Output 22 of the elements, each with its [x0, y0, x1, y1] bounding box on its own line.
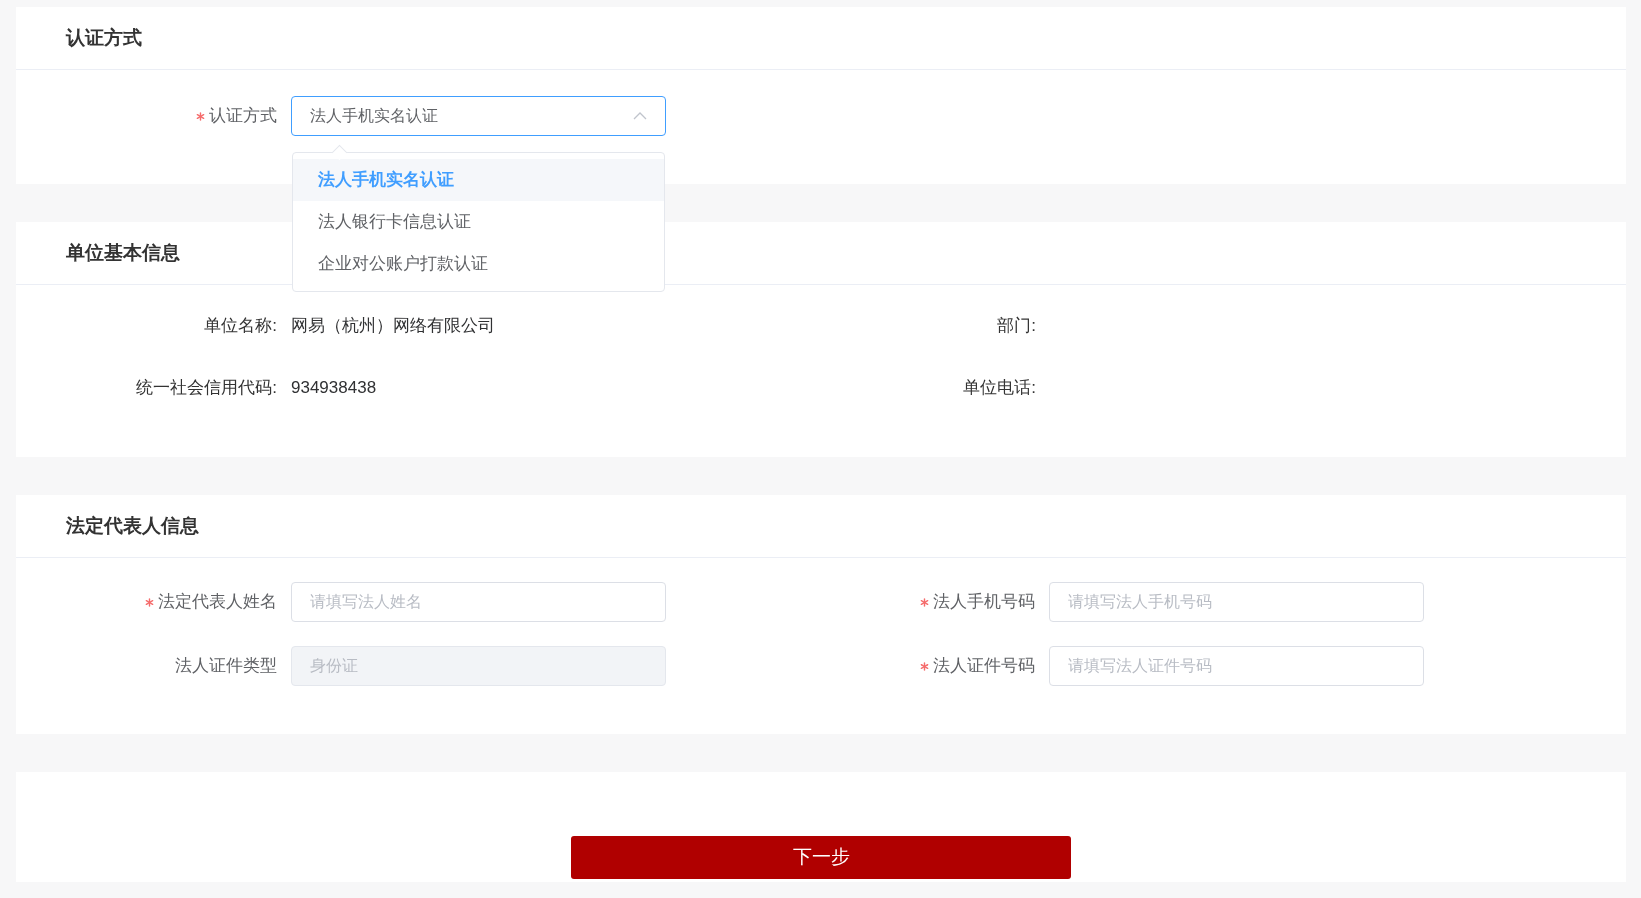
next-button[interactable]: 下一步 [571, 836, 1071, 879]
dropdown-option[interactable]: 企业对公账户打款认证 [293, 243, 664, 285]
dropdown-option[interactable]: 法人银行卡信息认证 [293, 201, 664, 243]
info-value: 934938438 [291, 377, 377, 400]
field-label: 法人手机号码 [933, 591, 1035, 614]
section-title: 认证方式 [66, 25, 142, 50]
info-label: 统一社会信用代码: [136, 377, 277, 400]
input-field[interactable]: 请填写法人证件号码 [1049, 646, 1424, 686]
field-label: 法定代表人姓名 [158, 591, 277, 614]
input-field[interactable]: 请填写法人姓名 [291, 582, 666, 622]
info-label: 单位电话: [963, 377, 1036, 400]
section-title: 法定代表人信息 [66, 513, 199, 538]
info-label: 部门: [997, 315, 1036, 338]
chevron-up-icon [633, 112, 647, 120]
field-label: 认证方式 [209, 105, 277, 128]
input-field[interactable]: 请填写法人手机号码 [1049, 582, 1424, 622]
info-label: 单位名称: [204, 315, 277, 338]
section-title: 单位基本信息 [66, 240, 180, 265]
field-label: 法人证件类型 [175, 655, 277, 678]
select-field[interactable]: 法人手机实名认证 [291, 96, 666, 136]
info-value: 网易（杭州）网络有限公司 [291, 315, 495, 338]
field-label: 法人证件号码 [933, 655, 1035, 678]
